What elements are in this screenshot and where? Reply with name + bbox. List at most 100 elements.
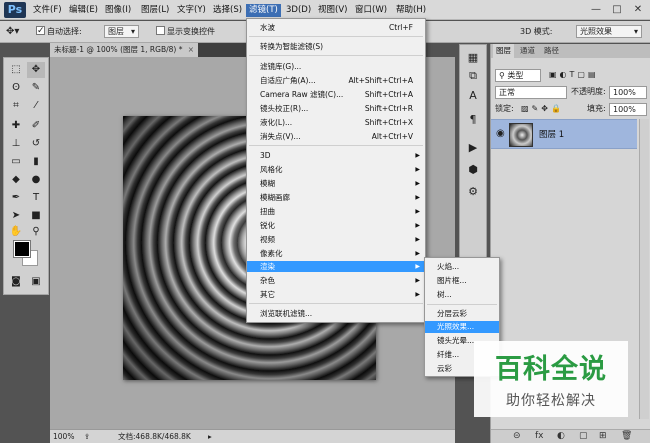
- gradient-tool-icon[interactable]: ▮: [27, 154, 45, 170]
- dodge-tool-icon[interactable]: ●: [27, 172, 45, 188]
- close-tab-icon[interactable]: ×: [188, 43, 194, 57]
- filter-menu-item-adaptive-wide-angle[interactable]: 自适应广角(A)... Alt+Shift+Ctrl+A: [247, 75, 425, 86]
- type-tool-icon[interactable]: T: [27, 190, 45, 206]
- opacity-input[interactable]: 100%: [609, 86, 647, 99]
- filter-menu-item-render[interactable]: 渲染 ▶: [247, 261, 425, 272]
- screen-mode-icon[interactable]: ▣: [27, 274, 45, 290]
- layer-name[interactable]: 图层 1: [539, 128, 564, 140]
- render-item-lighting-effects[interactable]: 光照效果...: [425, 321, 499, 333]
- blur-tool-icon[interactable]: ◆: [7, 172, 25, 188]
- menu-filter[interactable]: 滤镜(T): [246, 4, 281, 17]
- fill-input[interactable]: 100%: [609, 103, 647, 116]
- link-layers-icon[interactable]: ⊝: [513, 431, 521, 441]
- export-icon[interactable]: ⇪: [84, 430, 90, 443]
- character-icon[interactable]: A: [464, 87, 482, 104]
- maximize-icon[interactable]: □: [608, 2, 626, 17]
- move-tool-icon[interactable]: ✥▾: [6, 25, 19, 39]
- render-item-flame[interactable]: 火焰...: [425, 261, 499, 273]
- new-layer-icon[interactable]: ⊞: [599, 431, 607, 441]
- history-brush-tool-icon[interactable]: ↺: [27, 136, 45, 152]
- render-item-tree[interactable]: 树...: [425, 289, 499, 301]
- filter-menu-item-gallery[interactable]: 滤镜库(G)...: [247, 61, 425, 72]
- tab-channels[interactable]: 通道: [517, 44, 538, 58]
- path-select-tool-icon[interactable]: ➤: [7, 208, 25, 224]
- layer-comps-icon[interactable]: ⧉: [464, 67, 482, 84]
- filter-menu-item-vanishing-point[interactable]: 消失点(V)... Alt+Ctrl+V: [247, 131, 425, 142]
- document-tab[interactable]: 未标题-1 @ 100% (图层 1, RGB/8) * ×: [50, 43, 198, 57]
- menu-edit[interactable]: 编辑(E): [66, 4, 101, 17]
- quick-mask-icon[interactable]: ◙: [7, 274, 25, 290]
- filter-menu-item-convert-smart[interactable]: 转换为智能滤镜(S): [247, 41, 425, 52]
- menu-file[interactable]: 文件(F): [30, 4, 65, 17]
- new-group-icon[interactable]: ▢: [579, 431, 588, 441]
- foreground-color-swatch[interactable]: [13, 240, 31, 258]
- eraser-tool-icon[interactable]: ▭: [7, 154, 25, 170]
- fill-label: 填充:: [587, 104, 606, 113]
- 3d-icon[interactable]: ⬢: [464, 161, 482, 178]
- healing-brush-tool-icon[interactable]: ✚: [7, 118, 25, 134]
- filter-menu-item-stylize[interactable]: 风格化 ▶: [247, 164, 425, 175]
- auto-select-checkbox[interactable]: 自动选择:: [36, 24, 82, 39]
- menu-3d[interactable]: 3D(D): [283, 4, 314, 17]
- render-item-picture-frame[interactable]: 图片框...: [425, 275, 499, 287]
- menu-view[interactable]: 视图(V): [315, 4, 350, 17]
- paragraph-icon[interactable]: ¶: [464, 111, 482, 128]
- adjustment-layer-icon[interactable]: ◐: [557, 431, 565, 441]
- history-icon[interactable]: ▦: [464, 49, 482, 66]
- marquee-tool-icon[interactable]: ⬚: [7, 62, 25, 78]
- visibility-eye-icon[interactable]: ◉: [496, 128, 505, 139]
- submenu-arrow-icon: ▶: [415, 236, 420, 243]
- filter-menu-item-camera-raw[interactable]: Camera Raw 滤镜(C)... Shift+Ctrl+A: [247, 89, 425, 100]
- filter-menu-item-sharpen[interactable]: 锐化 ▶: [247, 220, 425, 231]
- filter-menu-item-liquify[interactable]: 液化(L)... Shift+Ctrl+X: [247, 117, 425, 128]
- filter-menu-item-3d[interactable]: 3D ▶: [247, 150, 425, 161]
- pen-tool-icon[interactable]: ✒: [7, 190, 25, 206]
- status-arrow-icon[interactable]: ▸: [208, 430, 212, 443]
- workspace-select[interactable]: 光照效果: [576, 25, 642, 39]
- auto-select-target-select[interactable]: 图层: [104, 25, 139, 39]
- clone-stamp-tool-icon[interactable]: ⊥: [7, 136, 25, 152]
- zoom-tool-icon[interactable]: ⚲: [27, 224, 45, 240]
- crop-tool-icon[interactable]: ⌗: [7, 98, 25, 114]
- filter-menu-item-blur-gallery[interactable]: 模糊画廊 ▶: [247, 192, 425, 203]
- filter-menu-item-browse-online[interactable]: 浏览联机滤镜...: [247, 308, 425, 319]
- filter-menu-item-pixelate[interactable]: 像素化 ▶: [247, 248, 425, 259]
- filter-menu-item-video[interactable]: 视频 ▶: [247, 234, 425, 245]
- minimize-icon[interactable]: —: [587, 2, 605, 17]
- layer-filter-icons[interactable]: ▣◐T▢▤: [549, 68, 599, 82]
- actions-play-icon[interactable]: ▶: [464, 139, 482, 156]
- fx-icon[interactable]: fx: [535, 431, 544, 441]
- show-transform-checkbox[interactable]: 显示变换控件: [156, 25, 215, 39]
- quick-select-tool-icon[interactable]: ✎: [27, 80, 45, 96]
- layer-filter-kind[interactable]: ⚲ 类型: [495, 69, 541, 82]
- properties-icon[interactable]: ⚙: [464, 183, 482, 200]
- close-icon[interactable]: ✕: [629, 2, 647, 17]
- brush-tool-icon[interactable]: ✐: [27, 118, 45, 134]
- filter-menu-item-blur[interactable]: 模糊 ▶: [247, 178, 425, 189]
- render-item-difference-clouds[interactable]: 分层云彩: [425, 308, 499, 320]
- menu-image[interactable]: 图像(I): [102, 4, 134, 17]
- eyedropper-tool-icon[interactable]: ⁄: [27, 98, 45, 114]
- move-tool-icon[interactable]: ✥: [27, 62, 45, 78]
- lock-icons[interactable]: ▨✎✥🔒: [521, 102, 564, 116]
- shape-tool-icon[interactable]: ■: [27, 208, 45, 224]
- filter-menu-item-last-filter[interactable]: 水波 Ctrl+F: [247, 22, 425, 33]
- filter-menu-item-distort[interactable]: 扭曲 ▶: [247, 206, 425, 217]
- menu-type[interactable]: 文字(Y): [174, 4, 209, 17]
- filter-menu-item-noise[interactable]: 杂色 ▶: [247, 275, 425, 286]
- tab-layers[interactable]: 图层: [493, 44, 514, 58]
- filter-menu-item-lens-correction[interactable]: 镜头校正(R)... Shift+Ctrl+R: [247, 103, 425, 114]
- zoom-level[interactable]: 100%: [53, 430, 74, 443]
- layers-scrollbar[interactable]: [639, 119, 649, 419]
- lasso-tool-icon[interactable]: ʘ: [7, 80, 25, 96]
- hand-tool-icon[interactable]: ✋: [7, 224, 25, 240]
- menu-layer[interactable]: 图层(L): [138, 4, 172, 17]
- tab-paths[interactable]: 路径: [541, 44, 562, 58]
- menu-help[interactable]: 帮助(H): [393, 4, 429, 17]
- menu-select[interactable]: 选择(S): [210, 4, 245, 17]
- blend-mode-select[interactable]: 正常: [495, 86, 567, 99]
- filter-menu-item-other[interactable]: 其它 ▶: [247, 289, 425, 300]
- menu-window[interactable]: 窗口(W): [352, 4, 390, 17]
- layer-row[interactable]: ◉ 图层 1: [491, 119, 637, 149]
- delete-layer-icon[interactable]: 🗑: [621, 431, 632, 441]
